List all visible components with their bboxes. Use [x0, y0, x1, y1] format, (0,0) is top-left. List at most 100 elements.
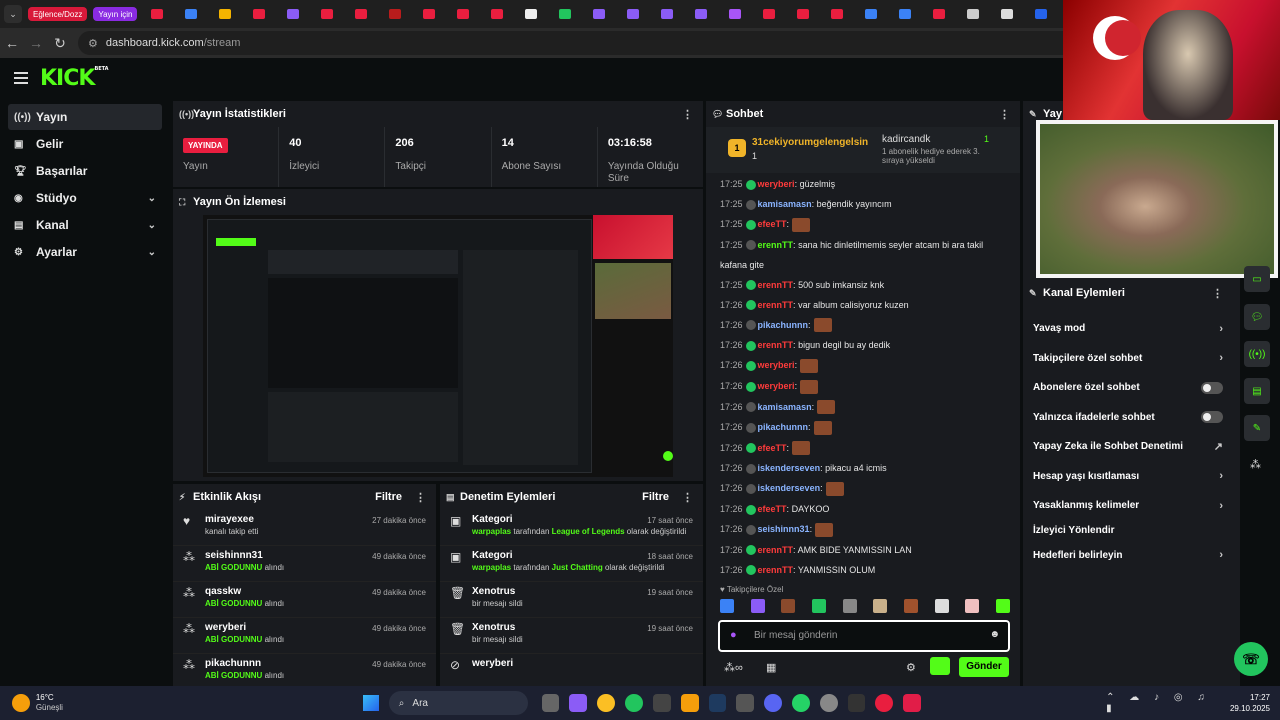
youtube-tab-icon[interactable] — [797, 9, 810, 19]
back-icon[interactable]: ← — [0, 35, 24, 51]
chat-message[interactable]: 17:25 erennTT: 500 sub imkansiz knk — [706, 278, 1020, 292]
chat-message[interactable]: 17:26 weryberi: — [706, 379, 1020, 394]
chevron-down-icon[interactable]: ⌄ — [148, 247, 156, 258]
chat-message[interactable]: 17:26 erennTT: bigun degil bu ay dedik — [706, 338, 1020, 352]
help-fab[interactable]: ☏ — [1234, 642, 1268, 676]
moderation-row[interactable]: 🗑︎ Xenotrus bir mesajı sildi 19 saat önce — [440, 582, 703, 618]
sidebar-item-studyo[interactable]: ◉ Stüdyo ⌄ — [8, 185, 162, 211]
menu-icon[interactable] — [14, 72, 28, 84]
drive-tab-icon[interactable] — [219, 9, 232, 19]
activity-row[interactable]: ⁂ seishinnn31 ABİ GODUNNU alındı 49 dakika … — [173, 546, 436, 582]
chat-message[interactable]: 17:26 erennTT: var album calisiyoruz kuze… — [706, 298, 1020, 312]
chat-message[interactable]: 17:25 weryberi: güzelmiş — [706, 177, 1020, 191]
kick-emote-icon[interactable] — [930, 657, 950, 675]
youtube-tab-icon[interactable] — [151, 9, 164, 19]
emote-icon[interactable] — [842, 599, 857, 613]
message-user[interactable]: weryberi — [758, 179, 795, 189]
pen-tab-icon[interactable] — [287, 9, 300, 19]
youtube-tab-icon[interactable] — [423, 9, 436, 19]
points-icon[interactable]: ⁂∞ — [724, 661, 743, 674]
youtube-tab-icon[interactable] — [355, 9, 368, 19]
folder-icon[interactable] — [680, 694, 699, 712]
sidebar-item-ayarlar[interactable]: ⚙ Ayarlar ⌄ — [8, 239, 162, 265]
moderation-row[interactable]: ▣ Kategori warpaplas tarafından Just Chatt… — [440, 546, 703, 582]
more-options-icon[interactable]: ⋮ — [415, 491, 426, 504]
weather-icon[interactable] — [12, 694, 30, 712]
edge-tab-icon[interactable] — [1035, 9, 1048, 19]
raid-row[interactable]: İzleyici Yönlendir — [1023, 521, 1233, 541]
message-user[interactable]: erennTT — [758, 565, 794, 575]
chat-message[interactable]: 17:26 weryberi: — [706, 358, 1020, 373]
sheets-tab-icon[interactable] — [559, 9, 572, 19]
send-button[interactable]: Gönder — [959, 657, 1009, 677]
emote-icon[interactable] — [873, 599, 888, 613]
settings-icon[interactable]: ⚙ — [906, 661, 916, 674]
chat-message[interactable]: 17:25 kamisamasn: beğendik yayıncım — [706, 197, 1020, 211]
pinned-user[interactable]: 31cekiyorumgelengelsin — [752, 137, 868, 148]
emote-icon[interactable] — [720, 599, 734, 613]
moderation-row[interactable]: ⊘ weryberi — [440, 654, 703, 686]
chat-message[interactable]: 17:26 erennTT: YANMISSIN OLUM — [706, 563, 1020, 577]
sidebar-item-yayin[interactable]: ((•)) Yayın — [8, 104, 162, 130]
pen-tab-icon[interactable] — [661, 9, 674, 19]
message-user[interactable]: efeeTT — [758, 443, 787, 453]
reload-icon[interactable]: ↻ — [48, 35, 72, 52]
message-user[interactable]: iskenderseven — [758, 463, 821, 473]
forward-icon[interactable]: → — [24, 35, 48, 51]
taskbar-search[interactable]: ⌕ Ara — [388, 691, 528, 715]
stream-preview-video[interactable] — [203, 215, 673, 477]
ai-moderation-row[interactable]: Yapay Zeka ile Sohbet Denetimi ↗ — [1023, 432, 1233, 462]
vivaldi-icon[interactable] — [903, 694, 922, 712]
message-user[interactable]: erennTT — [758, 545, 794, 555]
activity-row[interactable]: ⁂ weryberi ABİ GODUNNU alındı 49 dakika önc… — [173, 618, 436, 654]
more-options-icon[interactable]: ⋮ — [999, 108, 1010, 121]
chat-message[interactable]: 17:26 iskenderseven: pikacu a4 icmis — [706, 461, 1020, 475]
message-user[interactable]: seishinnn31 — [758, 524, 810, 534]
message-user[interactable]: efeeTT — [758, 219, 787, 229]
emotes-only-row[interactable]: Yalnızca ifadelerle sohbet — [1023, 403, 1233, 433]
pen-tab-icon[interactable] — [627, 9, 640, 19]
points-rail-icon[interactable]: ⁂ — [1250, 458, 1261, 471]
bookmark-yayin-icin[interactable]: Yayın için — [93, 7, 138, 21]
banned-words-row[interactable]: Yasaklanmış kelimeler › — [1023, 491, 1233, 521]
quick-action-button[interactable]: ▭ — [1244, 266, 1270, 292]
tab-search-icon[interactable]: ⌄ — [4, 5, 22, 23]
moderation-row[interactable]: 🗑︎ Xenotrus bir mesajı sildi 19 saat önce — [440, 618, 703, 654]
task-view-icon[interactable] — [541, 694, 560, 712]
google-tab-icon[interactable] — [525, 9, 538, 19]
sidebar-item-basarilar[interactable]: 🏆︎ Başarılar — [8, 158, 162, 184]
start-icon[interactable] — [362, 695, 379, 711]
message-user[interactable]: erennTT — [758, 300, 794, 310]
emote-icon[interactable] — [934, 599, 949, 613]
microphone-icon[interactable]: ● — [730, 629, 737, 641]
message-user[interactable]: weryberi — [758, 381, 795, 391]
youtube-tab-icon[interactable] — [763, 9, 776, 19]
gift-user[interactable]: kadircandk — [882, 134, 930, 145]
copilot-icon[interactable] — [569, 694, 588, 712]
tray-icons[interactable]: ⌃ ☁ ♪ ◎ ♫ ▮ — [1106, 692, 1230, 714]
spotify-icon[interactable] — [625, 694, 643, 712]
broadcast-button-icon[interactable]: ((•)) — [1244, 341, 1270, 367]
recorder-icon[interactable] — [875, 694, 894, 712]
activity-row[interactable]: ♥ mirayexee kanalı takip etti 27 dakika önc… — [173, 510, 436, 546]
youtube-tab-icon[interactable] — [321, 9, 334, 19]
terminal-icon[interactable] — [847, 694, 866, 712]
message-user[interactable]: erennTT — [758, 280, 794, 290]
message-user[interactable]: efeeTT — [758, 504, 787, 514]
youtube-tab-icon[interactable] — [933, 9, 946, 19]
wrench-button-icon[interactable]: ✎ — [1244, 415, 1270, 441]
whatsapp-icon[interactable] — [792, 694, 810, 712]
youtube-tab-icon[interactable] — [457, 9, 470, 19]
emote-icon[interactable] — [995, 599, 1010, 613]
activity-row[interactable]: ⁂ pikachunnn ABİ GODUNNU alındı 49 dakika ö… — [173, 654, 436, 686]
activity-row[interactable]: ⁂ qasskw ABİ GODUNNU alındı 49 dakika önce — [173, 582, 436, 618]
sidebar-item-gelir[interactable]: ▣ Gelir — [8, 131, 162, 157]
slow-mode-row[interactable]: Yavaş mod › — [1023, 314, 1233, 344]
subs-only-row[interactable]: Abonelere özel sohbet — [1023, 373, 1233, 403]
gif-tab-icon[interactable] — [865, 9, 878, 19]
chat-message[interactable]: 17:25 efeeTT: — [706, 217, 1020, 232]
discord-icon[interactable] — [764, 694, 782, 712]
moderation-row[interactable]: ▣ Kategori warpaplas tarafından League of … — [440, 510, 703, 546]
more-options-icon[interactable]: ⋮ — [1212, 287, 1223, 300]
app-icon[interactable] — [736, 694, 755, 712]
